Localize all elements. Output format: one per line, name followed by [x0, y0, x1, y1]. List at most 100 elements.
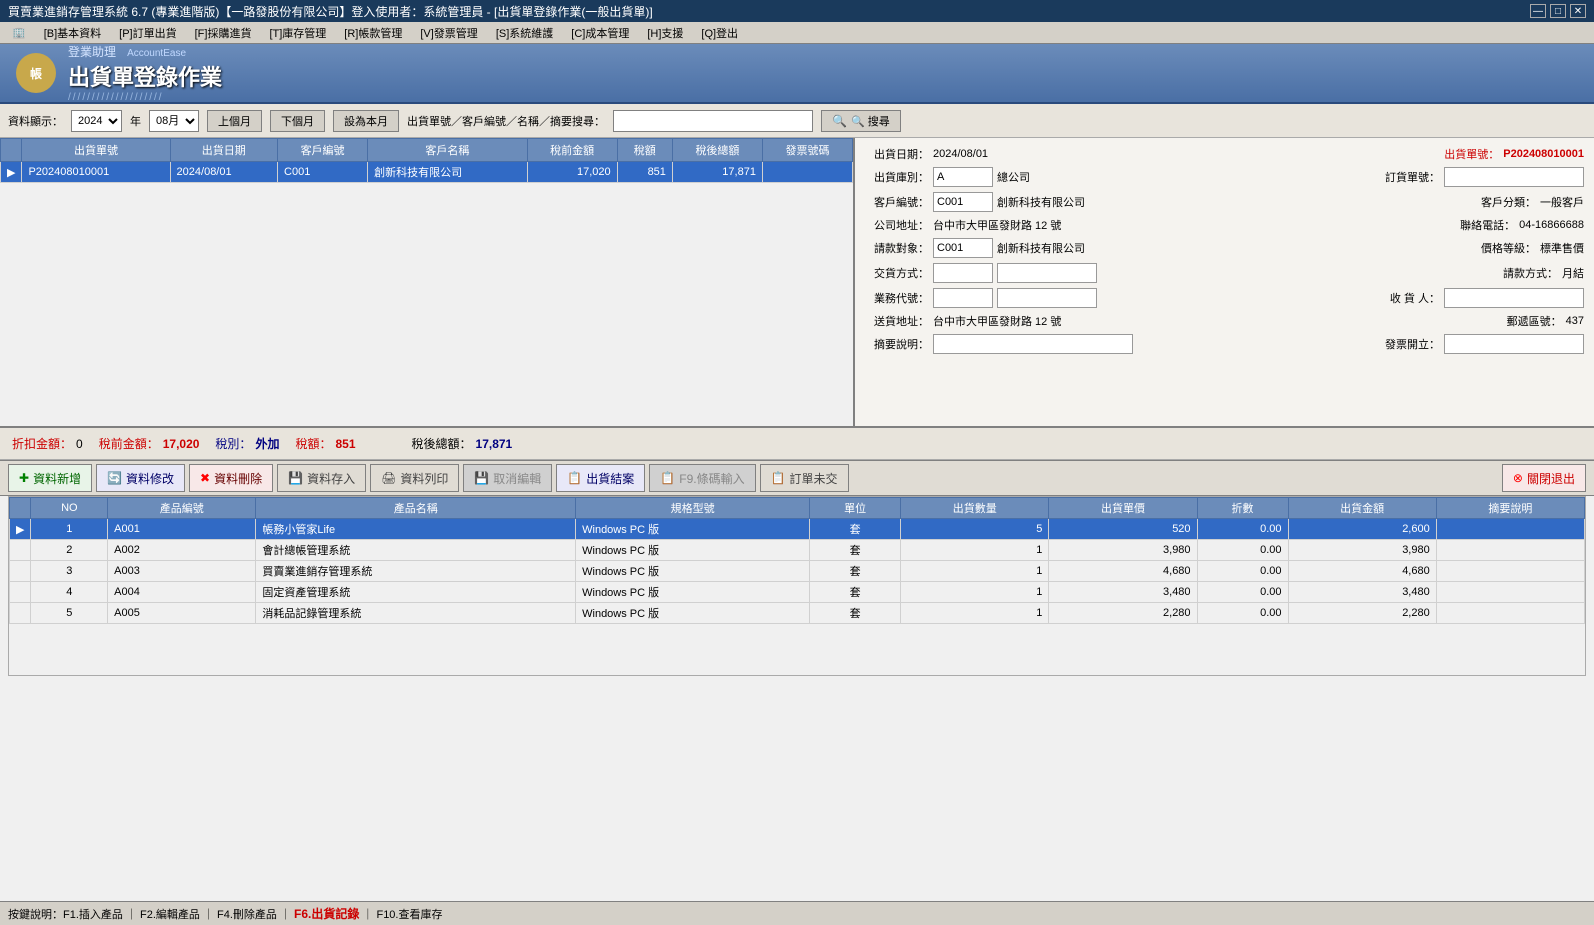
search-btn[interactable]: 🔍 🔍 搜尋: [821, 110, 901, 132]
cust-code-input[interactable]: [933, 192, 993, 212]
maximize-btn[interactable]: □: [1550, 4, 1566, 18]
list-table-wrapper[interactable]: 出貨單號 出貨日期 客戶編號 客戶名稱 稅前金額 稅額 稅後總額 發票號碼 ▶ …: [0, 138, 853, 426]
save-btn[interactable]: 💾 資料存入: [277, 464, 366, 492]
detail-unit: 套: [810, 540, 901, 561]
main-split: 出貨單號 出貨日期 客戶編號 客戶名稱 稅前金額 稅額 稅後總額 發票號碼 ▶ …: [0, 138, 1594, 428]
memo-input[interactable]: [933, 334, 1133, 354]
list-row[interactable]: ▶ P202408010001 2024/08/01 C001 創新科技有限公司…: [1, 162, 853, 183]
address-value: 台中市大甲區發財路 12 號: [933, 217, 1061, 233]
detail-price: 4,680: [1049, 561, 1197, 582]
menu-invoice[interactable]: [V]發票管理: [412, 23, 485, 43]
menu-basic[interactable]: [B]基本資料: [36, 23, 109, 43]
app-header: 帳 登業助理 AccountEase 出貨單登錄作業 /////////////…: [0, 44, 1594, 104]
receiver-label: 收 貨 人：: [1376, 290, 1440, 306]
col-header-total: 稅後總額: [672, 139, 762, 162]
menu-cost[interactable]: [C]成本管理: [563, 23, 637, 43]
close-icon: ⊗: [1513, 471, 1523, 485]
detail-col-spec: 規格型號: [576, 498, 810, 519]
year-select[interactable]: 2024: [71, 110, 122, 132]
menu-payment[interactable]: [R]帳款管理: [336, 23, 410, 43]
total-cell: 17,871: [672, 162, 762, 183]
detail-spec: Windows PC 版: [576, 540, 810, 561]
detail-amount: 2,600: [1288, 519, 1436, 540]
detail-row[interactable]: ▶ 1 A001 帳務小管家Life Windows PC 版 套 5 520 …: [10, 519, 1585, 540]
detail-price: 3,480: [1049, 582, 1197, 603]
menu-order[interactable]: [P]訂單出貨: [111, 23, 184, 43]
detail-row[interactable]: 2 A002 會計總帳管理系統 Windows PC 版 套 1 3,980 0…: [10, 540, 1585, 561]
edit-icon: 🔄: [107, 471, 122, 485]
detail-no: 1: [31, 519, 108, 540]
sales-label: 業務代號：: [865, 290, 929, 306]
detail-pointer: [10, 603, 31, 624]
col-header-pretax: 稅前金額: [527, 139, 617, 162]
detail-qty: 1: [901, 582, 1049, 603]
minimize-btn[interactable]: —: [1530, 4, 1546, 18]
menu-system[interactable]: [S]系統維護: [488, 23, 561, 43]
receiver-input[interactable]: [1444, 288, 1584, 308]
warehouse-name: 總公司: [997, 169, 1030, 185]
detail-table-wrapper[interactable]: NO 產品編號 產品名稱 規格型號 單位 出貨數量 出貨單價 折數 出貨金額 摘…: [8, 496, 1586, 676]
next-month-btn[interactable]: 下個月: [270, 110, 325, 132]
detail-pointer: ▶: [10, 519, 31, 540]
app-logo: 帳: [16, 53, 56, 93]
menu-icon[interactable]: 🏢: [4, 24, 34, 41]
this-month-btn[interactable]: 設為本月: [333, 110, 399, 132]
delete-btn[interactable]: ✖ 資料刪除: [189, 464, 273, 492]
ship-icon: 📋: [567, 471, 582, 485]
prev-month-btn[interactable]: 上個月: [207, 110, 262, 132]
detail-amount: 2,280: [1288, 603, 1436, 624]
detail-row[interactable]: 5 A005 消耗品記錄管理系統 Windows PC 版 套 1 2,280 …: [10, 603, 1585, 624]
list-panel: 出貨單號 出貨日期 客戶編號 客戶名稱 稅前金額 稅額 稅後總額 發票號碼 ▶ …: [0, 138, 855, 426]
detail-unit: 套: [810, 603, 901, 624]
col-header-pointer: [1, 139, 22, 162]
delivery-code-input[interactable]: [933, 263, 993, 283]
ship-date-cell: 2024/08/01: [170, 162, 278, 183]
order-btn[interactable]: 📋 訂單未交: [760, 464, 849, 492]
cancel-icon: 💾: [474, 471, 489, 485]
edit-btn[interactable]: 🔄 資料修改: [96, 464, 185, 492]
save-icon: 💾: [288, 471, 303, 485]
detail-prodname: 買賣業進銷存管理系統: [256, 561, 576, 582]
detail-prodname: 帳務小管家Life: [256, 519, 576, 540]
close-exit-btn[interactable]: ⊗ 關閉退出: [1502, 464, 1586, 492]
menu-purchase[interactable]: [F]採購進貨: [187, 23, 260, 43]
order-no-input[interactable]: [1444, 167, 1584, 187]
add-btn[interactable]: ✚ 資料新增: [8, 464, 92, 492]
app-main-title: 出貨單登錄作業: [68, 60, 222, 92]
tax-value: 851: [335, 437, 355, 451]
invoice-input[interactable]: [1444, 334, 1584, 354]
sales-code-input[interactable]: [933, 288, 993, 308]
month-select[interactable]: 08月: [149, 110, 199, 132]
delivery-name-input[interactable]: [997, 263, 1097, 283]
menu-stock[interactable]: [T]庫存管理: [261, 23, 334, 43]
detail-qty: 1: [901, 603, 1049, 624]
sales-name-input[interactable]: [997, 288, 1097, 308]
billto-code-input[interactable]: [933, 238, 993, 258]
detail-amount: 4,680: [1288, 561, 1436, 582]
title-bar: 買賣業進銷存管理系統 6.7 (專業進階版)【一路發股份有限公司】登入使用者：系…: [0, 0, 1594, 22]
close-btn[interactable]: ✕: [1570, 4, 1586, 18]
print-btn[interactable]: 🖨 資料列印: [370, 464, 459, 492]
search-input[interactable]: [613, 110, 813, 132]
detail-amount: 3,480: [1288, 582, 1436, 603]
detail-row[interactable]: 4 A004 固定資產管理系統 Windows PC 版 套 1 3,480 0…: [10, 582, 1585, 603]
detail-pointer: [10, 582, 31, 603]
delivery-label: 交貨方式：: [865, 265, 929, 281]
ship-no-cell: P202408010001: [22, 162, 170, 183]
detail-pointer: [10, 561, 31, 582]
detail-no: 2: [31, 540, 108, 561]
warehouse-input[interactable]: [933, 167, 993, 187]
menu-logout[interactable]: [Q]登出: [693, 23, 746, 43]
menu-support[interactable]: [H]支援: [639, 23, 691, 43]
detail-spec: Windows PC 版: [576, 603, 810, 624]
ship-date-value: 2024/08/01: [933, 148, 988, 160]
detail-col-qty: 出貨數量: [901, 498, 1049, 519]
detail-amount: 3,980: [1288, 540, 1436, 561]
payment-label: 請款方式：: [1494, 265, 1558, 281]
invoice-label: 發票開立：: [1376, 336, 1440, 352]
ship-btn[interactable]: 📋 出貨結案: [556, 464, 645, 492]
right-form-panel: 出貨日期： 2024/08/01 出貨單號： P202408010001 出貨庫…: [855, 138, 1594, 426]
discount-value: 0: [76, 437, 83, 451]
detail-row[interactable]: 3 A003 買賣業進銷存管理系統 Windows PC 版 套 1 4,680…: [10, 561, 1585, 582]
detail-spec: Windows PC 版: [576, 561, 810, 582]
